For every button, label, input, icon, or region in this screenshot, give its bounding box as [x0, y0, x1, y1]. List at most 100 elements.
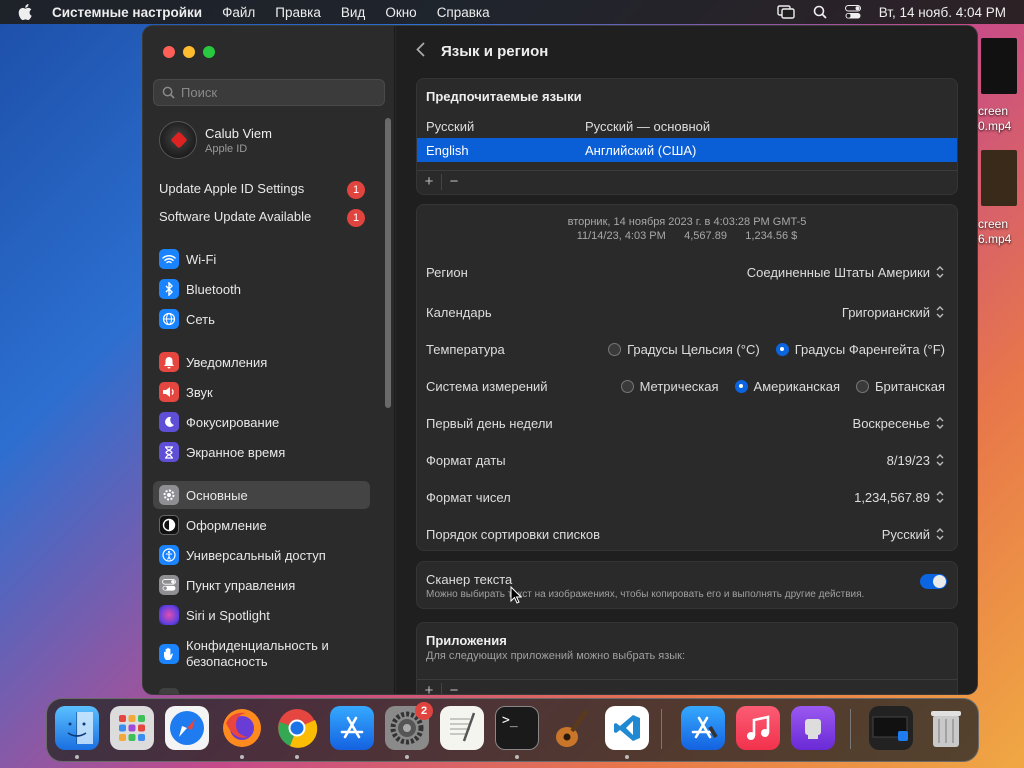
language-name: English — [426, 142, 469, 158]
applications-card: Приложения Для следующих приложений можн… — [416, 622, 958, 694]
temperature-options: Градусы Цельсия (°C) Градусы Фаренгейта … — [592, 342, 945, 357]
sidebar-item-label: Оформление — [186, 517, 267, 533]
wifi-icon — [159, 249, 179, 269]
textedit-icon[interactable] — [440, 706, 484, 750]
sidebar-scrollbar[interactable] — [385, 118, 391, 408]
menu-clock[interactable]: Вт, 14 нояб. 4:04 PM — [879, 5, 1006, 20]
region-select[interactable]: Соединенные Штаты Америки — [747, 265, 945, 280]
menu-bar: Системные настройки Файл Правка Вид Окно… — [0, 0, 1024, 24]
first-weekday-select[interactable]: Воскресенье — [853, 416, 945, 431]
notification-software-update[interactable]: Software Update Available 1 — [159, 209, 379, 227]
safari-icon[interactable] — [165, 706, 209, 750]
control-center-icon — [159, 575, 179, 595]
notification-apple-id[interactable]: Update Apple ID Settings 1 — [159, 181, 379, 199]
screen-mirroring-icon[interactable] — [777, 5, 795, 19]
date-format-select[interactable]: 8/19/23 — [887, 453, 945, 468]
menu-view[interactable]: Вид — [341, 5, 365, 20]
number-format-select[interactable]: 1,234,567.89 — [854, 490, 945, 505]
sidebar-item-control-center[interactable]: Пункт управления — [153, 571, 370, 599]
desktop-file-thumbnail[interactable] — [981, 38, 1017, 94]
sidebar-item-partial[interactable] — [153, 684, 370, 694]
minimize-window-button[interactable] — [183, 46, 195, 58]
sidebar-item-label: Siri и Spotlight — [186, 607, 270, 623]
desktop-file-label[interactable]: creen 0.mp4 — [978, 104, 1011, 134]
dock-badge: 2 — [415, 702, 433, 720]
menu-file[interactable]: Файл — [222, 5, 255, 20]
region-row: Регион Соединенные Штаты Америки — [417, 254, 957, 290]
sidebar-item-screen-time[interactable]: Экранное время — [153, 438, 370, 466]
sidebar-item-focus[interactable]: Фокусирование — [153, 408, 370, 436]
sidebar-item-label: Пункт управления — [186, 577, 296, 593]
language-add-remove: + − — [417, 170, 957, 192]
globe-icon — [159, 309, 179, 329]
firefox-icon[interactable] — [220, 706, 264, 750]
accessibility-icon — [159, 545, 179, 565]
remove-language-button[interactable]: − — [442, 173, 466, 190]
podcast-icon[interactable] — [791, 706, 835, 750]
screen-recording-thumbnail-icon[interactable] — [869, 706, 913, 750]
radio-label: Градусы Цельсия (°C) — [627, 341, 760, 357]
date-format-row: Формат даты 8/19/23 — [417, 442, 957, 478]
radio-label: Градусы Фаренгейта (°F) — [794, 341, 945, 357]
sidebar-item-network[interactable]: Сеть — [153, 305, 370, 333]
menu-edit[interactable]: Правка — [275, 5, 321, 20]
measure-uk-radio[interactable]: Британская — [856, 379, 945, 394]
language-desc: Русский — основной — [585, 118, 711, 134]
measure-us-radio[interactable]: Американская — [734, 379, 840, 394]
avatar — [159, 121, 197, 159]
stepper-icon — [936, 266, 944, 278]
sidebar-item-bluetooth[interactable]: Bluetooth — [153, 275, 370, 303]
app-store-icon[interactable] — [330, 706, 374, 750]
apple-id-profile[interactable]: Calub Viem Apple ID — [159, 121, 272, 159]
sort-order-select[interactable]: Русский — [882, 527, 945, 542]
remove-app-button[interactable]: − — [442, 682, 466, 694]
stepper-icon — [936, 491, 944, 503]
sidebar-item-notifications[interactable]: Уведомления — [153, 348, 370, 376]
terminal-icon[interactable]: >_ — [495, 706, 539, 750]
language-row-selected[interactable]: English Английский (США) — [417, 138, 957, 162]
garageband-icon[interactable] — [550, 706, 594, 750]
section-desc: Для следующих приложений можно выбрать я… — [426, 650, 686, 662]
desktop-file-label[interactable]: creen 6.mp4 — [978, 217, 1011, 247]
search-input[interactable]: Поиск — [153, 79, 385, 106]
desktop-file-thumbnail[interactable] — [981, 150, 1017, 206]
close-window-button[interactable] — [163, 46, 175, 58]
calendar-select[interactable]: Григорианский — [842, 305, 945, 320]
stepper-icon — [936, 417, 944, 429]
sidebar-item-accessibility[interactable]: Универсальный доступ — [153, 541, 370, 569]
finder-icon[interactable] — [55, 706, 99, 750]
menu-help[interactable]: Справка — [437, 5, 490, 20]
sidebar-item-sound[interactable]: Звук — [153, 378, 370, 406]
system-settings-icon[interactable]: 2 — [385, 702, 433, 750]
vscode-icon[interactable] — [605, 706, 649, 750]
row-label: Температура — [426, 341, 505, 357]
language-row[interactable]: Русский Русский — основной — [417, 114, 957, 138]
music-icon[interactable] — [736, 706, 780, 750]
search-icon[interactable] — [813, 5, 827, 19]
menu-window[interactable]: Окно — [385, 5, 416, 20]
chrome-icon[interactable] — [275, 706, 319, 750]
sidebar-item-wifi[interactable]: Wi-Fi — [153, 245, 370, 273]
sidebar-item-siri[interactable]: Siri и Spotlight — [153, 601, 370, 629]
launchpad-icon[interactable] — [110, 706, 154, 750]
zoom-window-button[interactable] — [203, 46, 215, 58]
sidebar-item-general[interactable]: Основные — [153, 481, 370, 509]
add-language-button[interactable]: + — [417, 173, 441, 190]
measure-metric-radio[interactable]: Метрическая — [620, 379, 719, 394]
xcode-icon[interactable] — [681, 706, 725, 750]
back-chevron-icon[interactable] — [416, 41, 425, 62]
control-center-icon[interactable] — [844, 5, 861, 19]
add-app-button[interactable]: + — [417, 682, 441, 694]
trash-icon[interactable] — [924, 706, 968, 750]
menu-app-name[interactable]: Системные настройки — [52, 5, 202, 20]
bluetooth-icon — [159, 279, 179, 299]
sidebar-item-appearance[interactable]: Оформление — [153, 511, 370, 539]
sidebar-item-privacy[interactable]: Конфиденциальность и безопасность — [153, 634, 370, 674]
live-text-desc: Можно выбирать текст на изображениях, чт… — [426, 589, 865, 600]
bell-icon — [159, 352, 179, 372]
temp-fahrenheit-radio[interactable]: Градусы Фаренгейта (°F) — [775, 341, 945, 357]
sidebar-item-label: Bluetooth — [186, 281, 241, 297]
temp-celsius-radio[interactable]: Градусы Цельсия (°C) — [608, 342, 760, 357]
live-text-toggle[interactable] — [920, 574, 947, 589]
apple-icon[interactable] — [18, 4, 34, 20]
